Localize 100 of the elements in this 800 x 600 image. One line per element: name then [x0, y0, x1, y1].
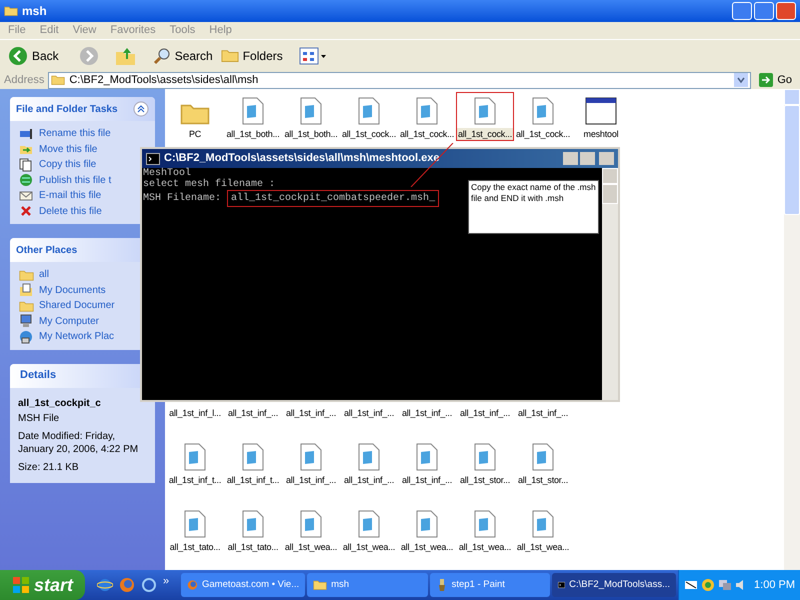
file-tile[interactable]: all_1st_inf_... — [282, 438, 340, 487]
file-tile[interactable]: all_1st_wea... — [514, 505, 572, 554]
file-tile[interactable]: all_1st_stor... — [514, 438, 572, 487]
copy-icon — [19, 158, 33, 172]
clock: 1:00 PM — [754, 578, 795, 593]
document-icon — [242, 443, 264, 471]
file-name: all_1st_inf_... — [342, 474, 396, 486]
taskbar-button[interactable]: C:\BF2_ModTools\ass... — [552, 573, 676, 597]
file-tile[interactable]: all_1st_both... — [224, 92, 282, 141]
console-scrollbar[interactable] — [602, 168, 618, 400]
typed-filename: all_1st_cockpit_combatspeeder.msh_ — [227, 190, 440, 207]
console-line: MeshTool — [143, 168, 192, 179]
folders-button[interactable]: Folders — [220, 46, 283, 64]
taskbar-button[interactable]: Gametoast.com • Vie... — [181, 573, 306, 597]
document-icon — [184, 510, 206, 538]
file-tile[interactable]: all_1st_inf_... — [398, 403, 456, 420]
fox-globe-icon[interactable] — [119, 577, 136, 593]
network-icon[interactable] — [718, 578, 732, 592]
file-tile[interactable]: all_1st_inf_... — [282, 403, 340, 420]
program-window-icon — [585, 97, 617, 125]
cursor: _ — [429, 193, 436, 204]
file-name: all_1st_wea... — [284, 541, 338, 553]
windows-flag-icon — [12, 576, 30, 594]
folder-icon — [4, 5, 18, 17]
document-icon — [358, 443, 380, 471]
move-icon — [19, 143, 33, 156]
file-name: all_1st_cock... — [340, 128, 398, 140]
file-tile[interactable]: all_1st_inf_... — [398, 438, 456, 487]
document-icon — [532, 443, 554, 471]
file-tile[interactable]: all_1st_inf_... — [340, 403, 398, 420]
file-tile[interactable]: all_1st_cock... — [398, 92, 456, 141]
forward-button[interactable] — [78, 46, 99, 66]
file-tile[interactable]: all_1st_inf_... — [456, 403, 514, 420]
rename-icon — [19, 128, 33, 140]
file-tile[interactable]: PC — [166, 92, 224, 141]
task-link[interactable]: Copy this file — [39, 157, 96, 172]
folder-icon — [220, 48, 239, 63]
collapse-chevron-icon[interactable] — [133, 101, 149, 117]
file-tile[interactable]: all_1st_wea... — [398, 505, 456, 554]
more-chevron[interactable]: » — [163, 572, 170, 590]
file-tile[interactable]: all_1st_tato... — [224, 505, 282, 554]
search-button[interactable]: Search — [152, 46, 213, 64]
file-tile[interactable]: all_1st_wea... — [456, 505, 514, 554]
document-icon — [416, 97, 438, 125]
task-link[interactable]: all — [39, 267, 50, 282]
task-link[interactable]: Delete this file — [39, 204, 102, 219]
task-link[interactable]: My Documents — [39, 282, 106, 298]
tray-icon[interactable] — [684, 578, 698, 592]
file-tile[interactable]: all_1st_wea... — [340, 505, 398, 554]
file-tile[interactable]: all_1st_stor... — [456, 438, 514, 487]
task-link[interactable]: E-mail this file — [39, 188, 102, 204]
console-title: C:\BF2_ModTools\assets\sides\all\msh\meshtool.exe — [164, 151, 440, 166]
task-link[interactable]: My Computer — [39, 314, 100, 329]
go-button[interactable]: Go — [755, 72, 796, 88]
file-tile[interactable]: all_1st_cock... — [514, 92, 572, 141]
taskbar-button[interactable]: step1 - Paint — [430, 573, 550, 597]
file-name: all_1st_wea... — [400, 541, 454, 553]
task-link[interactable]: Publish this file t — [39, 172, 112, 188]
file-name: all_1st_cock... — [456, 128, 514, 140]
start-button[interactable]: start — [0, 570, 86, 600]
file-type: MSH File — [18, 412, 60, 426]
document-icon — [300, 510, 322, 538]
back-button[interactable]: Back — [8, 46, 59, 66]
file-tile[interactable]: all_1st_cock... — [340, 92, 398, 141]
document-icon — [532, 510, 554, 538]
document-icon — [474, 443, 496, 471]
task-link[interactable]: Shared Documer — [39, 298, 115, 314]
panel-title[interactable]: Details — [20, 367, 56, 384]
restore-button[interactable] — [754, 2, 774, 20]
address-field[interactable]: C:\BF2_ModTools\assets\sides\all\msh — [48, 72, 752, 88]
file-tile[interactable]: all_1st_inf_... — [514, 403, 572, 420]
close-button[interactable] — [776, 2, 796, 20]
file-name: all_1st_stor... — [516, 474, 570, 486]
taskbar-button[interactable]: msh — [307, 573, 428, 597]
file-tile[interactable]: all_1st_tato... — [166, 505, 224, 554]
document-icon — [242, 510, 264, 538]
file-tile[interactable]: all_1st_inf_t... — [166, 438, 224, 487]
task-link[interactable]: Rename this file — [39, 126, 111, 142]
selected-file-tile[interactable]: all_1st_cock... — [456, 92, 514, 141]
file-tile[interactable]: all_1st_inf_... — [340, 438, 398, 487]
file-tile[interactable]: all_1st_wea... — [282, 505, 340, 554]
file-tile[interactable]: all_1st_inf_l... — [166, 403, 224, 420]
file-tile[interactable]: all_1st_inf_... — [224, 403, 282, 420]
go-arrow-icon — [759, 73, 774, 87]
file-tile[interactable]: all_1st_both... — [282, 92, 340, 141]
task-link[interactable]: My Network Plac — [39, 329, 114, 344]
file-tile[interactable]: all_1st_inf_t... — [224, 438, 282, 487]
up-folder-icon[interactable] — [114, 46, 137, 66]
folder-icon — [313, 579, 328, 591]
globe-icon — [19, 173, 33, 188]
minimize-button[interactable] — [732, 2, 752, 20]
file-name: all_1st_inf_... — [400, 474, 454, 486]
computer-icon — [19, 314, 33, 328]
views-icon[interactable] — [298, 46, 327, 64]
task-link[interactable]: Move this file — [39, 142, 98, 157]
file-name: all_1st_inf_t... — [226, 474, 280, 486]
file-tile[interactable]: meshtool — [572, 92, 630, 141]
scrollbar[interactable] — [784, 89, 800, 570]
document-icon — [242, 97, 264, 125]
dropdown-caret-icon[interactable] — [734, 73, 748, 87]
